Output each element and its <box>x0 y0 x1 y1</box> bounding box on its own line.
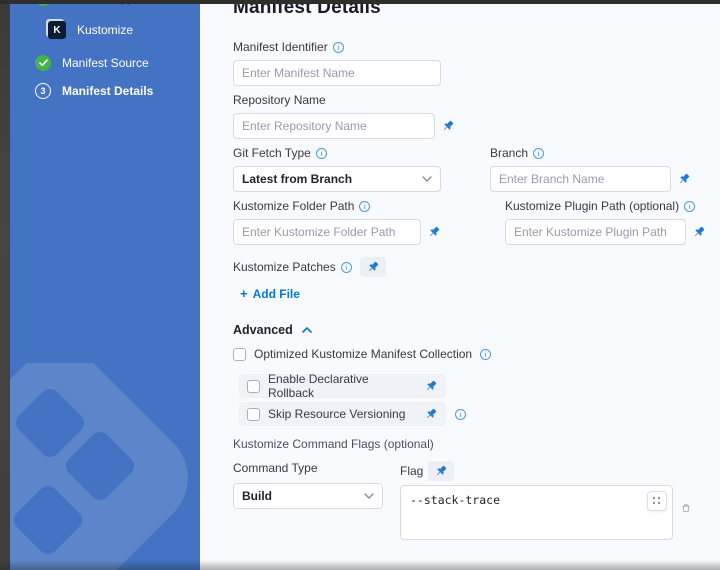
git-fetch-type-field: Git Fetch Type i Latest from Branch <box>233 146 441 192</box>
plus-icon: + <box>240 286 248 301</box>
info-icon[interactable]: i <box>359 201 370 212</box>
info-icon[interactable]: i <box>333 42 344 53</box>
sidebar-step-kustomize[interactable]: K Kustomize <box>48 21 133 39</box>
info-icon[interactable]: i <box>533 148 544 159</box>
flag-field: Flag --stack-trace <box>400 461 690 545</box>
sidebar-step-manifest-details[interactable]: 3 Manifest Details <box>35 83 153 99</box>
command-type-field: Command Type Build <box>233 461 383 545</box>
expand-editor-button[interactable] <box>647 491 667 511</box>
check-icon <box>35 55 51 71</box>
runtime-input-pin-icon <box>434 464 448 478</box>
step-label: Kustomize <box>77 23 133 37</box>
skip-versioning-row: Skip Resource Versioning <box>239 402 446 426</box>
repository-name-field: Repository Name <box>233 93 455 139</box>
kustomize-plugin-path-input[interactable] <box>505 219 686 245</box>
advanced-section-toggle[interactable]: Advanced <box>233 323 700 337</box>
chevron-up-icon <box>302 327 312 333</box>
optimized-collection-row: Optimized Kustomize Manifest Collection … <box>233 347 700 361</box>
chevron-down-icon <box>364 493 374 499</box>
runtime-input-pin-icon[interactable] <box>441 119 455 133</box>
runtime-input-pin-button[interactable] <box>428 461 454 481</box>
dimmed-page-bottom-edge <box>0 560 720 570</box>
step-label: Manifest Source <box>62 56 149 70</box>
info-icon[interactable]: i <box>316 148 327 159</box>
sidebar-step-manifest-source[interactable]: Manifest Source <box>35 55 149 71</box>
kustomize-icon: K <box>48 21 66 39</box>
step-number-badge: 3 <box>35 83 51 99</box>
declarative-rollback-row: Enable Declarative Rollback <box>239 374 446 398</box>
git-fetch-type-select[interactable]: Latest from Branch <box>233 166 441 192</box>
command-type-select[interactable]: Build <box>233 483 383 509</box>
declarative-rollback-label: Enable Declarative Rollback <box>268 372 416 400</box>
manifest-identifier-field: Manifest Identifier i <box>233 40 441 86</box>
repository-name-input[interactable] <box>233 113 435 139</box>
command-type-label: Command Type <box>233 461 318 475</box>
kustomize-patches-label: Kustomize Patches <box>233 260 336 274</box>
kustomize-folder-path-input[interactable] <box>233 219 421 245</box>
command-flags-section-label: Kustomize Command Flags (optional) <box>233 437 700 451</box>
runtime-input-pin-icon[interactable] <box>427 225 441 239</box>
manifest-wizard-modal: Manifest Type K Kustomize Manifest Sourc… <box>0 0 720 570</box>
plugin-path-label: Kustomize Plugin Path (optional) <box>505 199 679 213</box>
runtime-input-pin-icon[interactable] <box>677 172 691 186</box>
declarative-rollback-checkbox[interactable] <box>247 380 260 393</box>
branch-input[interactable] <box>490 166 671 192</box>
branch-field: Branch i <box>490 146 691 192</box>
runtime-input-pin-icon[interactable] <box>424 407 438 421</box>
runtime-input-pin-icon <box>366 260 380 274</box>
repository-name-label: Repository Name <box>233 93 326 107</box>
optimized-collection-label: Optimized Kustomize Manifest Collection <box>254 347 472 361</box>
add-file-button[interactable]: + Add File <box>240 286 300 301</box>
advanced-title: Advanced <box>233 323 293 337</box>
manifest-details-panel: Manifest Details Manifest Identifier i R… <box>200 0 720 570</box>
runtime-input-pin-icon[interactable] <box>692 225 706 239</box>
kustomize-plugin-path-field: Kustomize Plugin Path (optional) i <box>505 199 706 245</box>
optimized-collection-checkbox[interactable] <box>233 348 246 361</box>
skip-versioning-checkbox[interactable] <box>247 408 260 421</box>
git-fetch-type-label: Git Fetch Type <box>233 146 311 160</box>
step-label: Manifest Details <box>62 84 153 98</box>
expand-icon <box>653 497 661 505</box>
chevron-down-icon <box>422 176 432 182</box>
dimmed-page-top-edge <box>0 0 720 4</box>
wizard-sidebar: Manifest Type K Kustomize Manifest Sourc… <box>10 0 200 570</box>
folder-path-label: Kustomize Folder Path <box>233 199 354 213</box>
flag-label: Flag <box>400 464 423 478</box>
info-icon[interactable]: i <box>341 262 352 273</box>
kustomize-patches-field: Kustomize Patches i <box>233 257 700 277</box>
harness-logo-watermark <box>10 363 195 570</box>
info-icon[interactable]: i <box>480 349 491 360</box>
dimmed-page-left-edge <box>0 0 10 570</box>
runtime-input-pin-icon[interactable] <box>424 379 438 393</box>
info-icon[interactable]: i <box>684 201 695 212</box>
runtime-input-pin-button[interactable] <box>360 257 386 277</box>
kustomize-folder-path-field: Kustomize Folder Path i <box>233 199 441 245</box>
flag-input[interactable]: --stack-trace <box>400 485 673 540</box>
delete-flag-icon[interactable] <box>682 501 690 515</box>
branch-label: Branch <box>490 146 528 160</box>
manifest-identifier-label: Manifest Identifier <box>233 40 328 54</box>
info-icon[interactable]: i <box>455 409 466 420</box>
manifest-identifier-input[interactable] <box>233 60 441 86</box>
skip-versioning-label: Skip Resource Versioning <box>268 407 405 421</box>
